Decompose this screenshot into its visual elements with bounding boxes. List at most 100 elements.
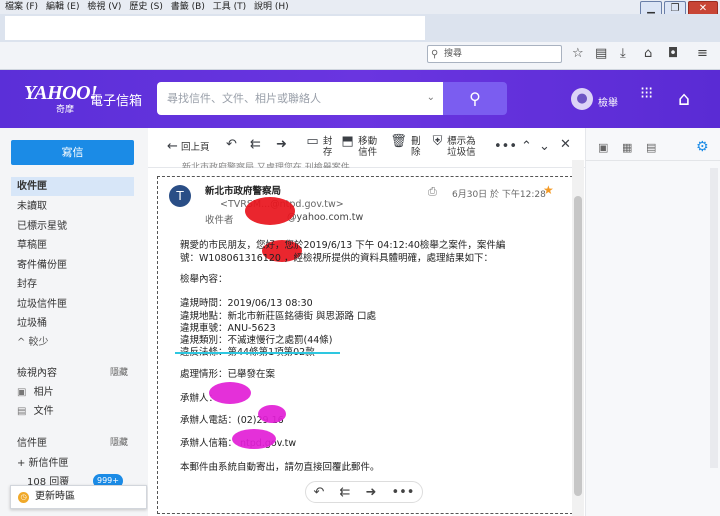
- right-pane-divider: [585, 160, 720, 161]
- gear-icon[interactable]: ⚙: [696, 139, 709, 155]
- right-pane: [585, 128, 720, 516]
- timezone-toast[interactable]: ◷ 更新時區: [10, 485, 147, 509]
- back-button[interactable]: ← 回上頁: [167, 140, 210, 153]
- reply-icon[interactable]: ↶: [226, 138, 237, 151]
- menu-tools[interactable]: 工具 (T): [213, 0, 246, 14]
- sidebar-item-trash[interactable]: 垃圾桶: [17, 314, 47, 333]
- back-label: 回上頁: [180, 142, 210, 153]
- menu-history[interactable]: 歷史 (S): [129, 0, 163, 14]
- highlight-underline: [175, 352, 340, 354]
- sidebar-item-drafts[interactable]: 草稿匣: [17, 236, 47, 255]
- pocket-icon[interactable]: ◘: [668, 46, 678, 61]
- menu-file[interactable]: 檔案 (F): [5, 0, 38, 14]
- sidebar-item-inbox[interactable]: 收件匣: [11, 177, 134, 196]
- trash-icon: 🗑: [390, 134, 407, 149]
- sidebar-less-toggle[interactable]: ^ 較少: [17, 333, 49, 352]
- sidebar-item-starred[interactable]: 已標示星號: [17, 217, 67, 236]
- sidebar-item-label: 文件: [33, 406, 54, 417]
- sidebar-item-spam[interactable]: 垃圾信件匣: [17, 295, 67, 314]
- folders-hide-link[interactable]: 隱藏: [110, 434, 128, 453]
- mail-search-input[interactable]: 尋找信件、文件、相片或聯絡人 ⌄: [157, 82, 443, 115]
- print-icon[interactable]: ⎙: [428, 185, 437, 199]
- browser-tab[interactable]: [5, 16, 425, 40]
- toast-label: 更新時區: [35, 491, 75, 502]
- sidebar-item-label: 相片: [33, 387, 54, 398]
- next-message-icon[interactable]: ⌄: [539, 140, 550, 153]
- forward-icon[interactable]: ➜: [365, 485, 376, 500]
- home-icon[interactable]: ⌂: [678, 88, 690, 110]
- reply-all-icon[interactable]: ⇇: [340, 485, 351, 500]
- redaction-scribble: [209, 382, 251, 404]
- sidebar-item-unread[interactable]: 未讀取: [17, 197, 47, 216]
- document-icon: ▤: [17, 406, 27, 417]
- home-nav-icon[interactable]: ⌂: [644, 46, 652, 61]
- body-line-2: 號：W108061316120 ，經檢視所提供的資料具體明確，處理結果如下：: [180, 253, 493, 264]
- views-hide-link[interactable]: 隱藏: [110, 364, 128, 383]
- menu-view[interactable]: 檢視 (V): [87, 0, 121, 14]
- archive-icon: ▭: [306, 134, 319, 149]
- menu-bookmarks[interactable]: 書籤 (B): [171, 0, 205, 14]
- browser-search-input[interactable]: ⚲ 搜尋: [427, 45, 562, 63]
- recipient-label: 收件者: [205, 215, 234, 226]
- download-icon[interactable]: ⤓: [620, 46, 626, 61]
- redaction-scribble: [245, 197, 295, 225]
- browser-navbar: [0, 42, 720, 70]
- compose-button[interactable]: 寫信: [11, 140, 134, 165]
- move-label: 移動信件: [358, 136, 378, 158]
- spam-button[interactable]: ⛨ 標示為垃圾信: [430, 135, 480, 158]
- contacts-icon[interactable]: ▣: [598, 141, 608, 154]
- sidebar-item-archive[interactable]: 封存: [17, 275, 37, 294]
- star-flag-icon[interactable]: ★: [543, 183, 554, 197]
- body-line-13: 本郵件由系統自動寄出，請勿直接回覆此郵件。: [180, 462, 380, 473]
- mail-search-placeholder: 尋找信件、文件、相片或聯絡人: [167, 92, 321, 105]
- notepad-icon[interactable]: ▤: [646, 141, 656, 154]
- sidebar-item-sent[interactable]: 寄件備份匣: [17, 256, 67, 275]
- browser-menubar: 檔案 (F) 編輯 (E) 檢視 (V) 歷史 (S) 書籤 (B) 工具 (T…: [0, 0, 720, 14]
- photo-icon: ▣: [17, 387, 27, 398]
- more-icon[interactable]: •••: [494, 140, 517, 153]
- recipient-email[interactable]: @yahoo.com.tw: [287, 212, 363, 223]
- sidebar-item-photos[interactable]: ▣ 相片: [17, 383, 54, 402]
- body-line-9: 處理情形：已舉發在案: [180, 369, 276, 380]
- sidebar-item-documents[interactable]: ▤ 文件: [17, 402, 54, 421]
- search-icon: ⚲: [431, 49, 439, 60]
- close-icon[interactable]: ✕: [560, 138, 571, 151]
- new-folder-link[interactable]: + 新信件匣: [17, 454, 69, 473]
- scrollbar-thumb[interactable]: [574, 196, 582, 496]
- calendar-icon[interactable]: ▦: [622, 141, 632, 154]
- star-icon[interactable]: ☆: [572, 46, 584, 61]
- body-line-8: 違反法條：第44條第1項第02款: [180, 344, 315, 358]
- menu-edit[interactable]: 編輯 (E): [46, 0, 80, 14]
- chevron-down-icon[interactable]: ⌄: [427, 91, 435, 105]
- body-line-1: 親愛的市民朋友，您好，您於2019/6/13 下午 04:12:40檢舉之案件，…: [180, 240, 506, 251]
- delete-button[interactable]: 🗑 刪除: [389, 134, 423, 158]
- sender-name[interactable]: 新北市政府警察局: [205, 186, 285, 197]
- move-button[interactable]: ⬒ 移動信件: [340, 134, 380, 158]
- apps-grid-icon[interactable]: ⁝⁝⁝: [640, 85, 660, 101]
- menu-help[interactable]: 說明 (H): [254, 0, 289, 14]
- clock-icon: ◷: [18, 492, 29, 503]
- reply-icon[interactable]: ↶: [314, 485, 325, 500]
- mail-search-button[interactable]: ⚲: [443, 82, 507, 115]
- right-pane-scrollbar[interactable]: [710, 168, 718, 468]
- avatar[interactable]: ●: [571, 88, 593, 110]
- folder-move-icon: ⬒: [341, 134, 354, 149]
- message-date: 6月30日 於 下午12:28: [452, 190, 546, 200]
- sender-avatar: T: [169, 185, 191, 207]
- hamburger-menu-icon[interactable]: ≡: [697, 46, 708, 61]
- browser-search-placeholder: 搜尋: [444, 49, 463, 59]
- forward-icon[interactable]: ➜: [276, 138, 287, 151]
- reader-icon[interactable]: ▤: [595, 46, 607, 61]
- archive-label: 封存: [322, 136, 333, 158]
- logo-product: 電子信箱: [90, 94, 143, 109]
- body-line-3: 檢舉內容：: [180, 274, 228, 285]
- folders-header: 信件匣: [17, 438, 47, 449]
- prev-message-icon[interactable]: ⌃: [521, 140, 532, 153]
- previous-subject: 新北市政府警察局 又處理您在 刊檢舉案件: [182, 163, 350, 168]
- user-name[interactable]: 檢舉: [598, 94, 618, 109]
- archive-button[interactable]: ▭ 封存: [303, 134, 337, 158]
- reply-all-icon[interactable]: ⇇: [250, 138, 261, 151]
- spam-label: 標示為垃圾信: [447, 136, 476, 158]
- delete-label: 刪除: [411, 136, 421, 158]
- more-icon[interactable]: •••: [391, 485, 414, 500]
